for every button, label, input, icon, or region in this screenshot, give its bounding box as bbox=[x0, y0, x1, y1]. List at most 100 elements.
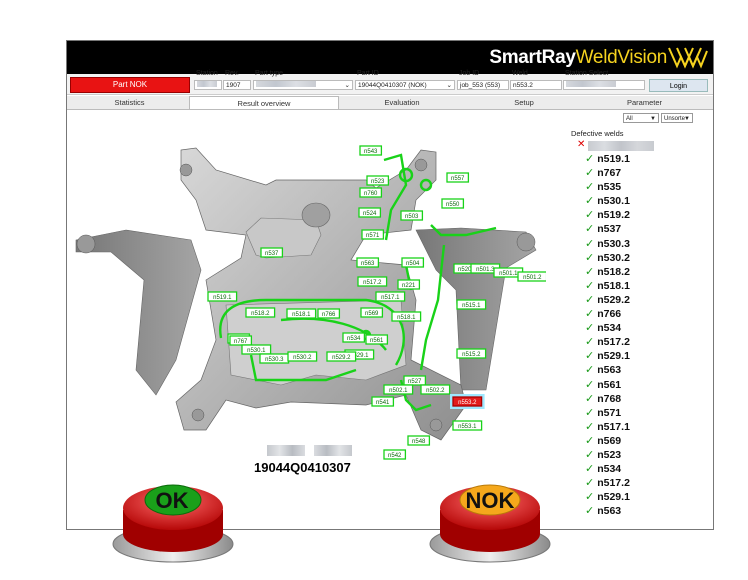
defective-weld-item[interactable]: ✓ n529.1 bbox=[585, 490, 630, 504]
defective-weld-item[interactable]: ✓ n517.1 bbox=[585, 420, 630, 434]
weld-label[interactable]: n515.2 bbox=[456, 348, 487, 359]
login-button[interactable]: Login bbox=[649, 79, 708, 92]
weld-label-text: n518.1 bbox=[292, 312, 311, 318]
tab-setup[interactable]: Setup bbox=[479, 96, 569, 109]
defective-weld-item[interactable]: ✓ n530.2 bbox=[585, 251, 630, 265]
weld-label[interactable]: n530.3 bbox=[259, 353, 290, 364]
weld-label[interactable]: n523 bbox=[366, 175, 390, 186]
weld-label[interactable]: n517.2 bbox=[357, 276, 388, 287]
weld-label[interactable]: n561 bbox=[365, 334, 389, 345]
weld-label[interactable]: n571 bbox=[361, 229, 385, 240]
defective-weld-item[interactable]: ✓ n530.1 bbox=[585, 194, 630, 208]
weld-label[interactable]: n563 bbox=[356, 257, 380, 268]
weld-label[interactable]: n529.2 bbox=[326, 351, 357, 362]
defective-weld-item[interactable]: ✓ n537 bbox=[585, 222, 630, 236]
weld-label-text: n530.3 bbox=[265, 357, 284, 363]
tab-statistics[interactable]: Statistics bbox=[87, 96, 172, 109]
weld-label[interactable]: n553.2 bbox=[450, 394, 485, 409]
weld-label[interactable]: n537 bbox=[260, 247, 284, 258]
station-select-label: Station Select bbox=[565, 70, 609, 77]
weld-label[interactable]: n534 bbox=[342, 332, 366, 343]
weld-label-text: n534 bbox=[347, 336, 361, 342]
defective-weld-item[interactable]: ✓ n768 bbox=[585, 392, 630, 406]
weld-label[interactable]: n501.2 bbox=[517, 271, 546, 282]
weld-label-text: n557 bbox=[451, 176, 465, 182]
defective-weld-label: n529.1 bbox=[597, 491, 630, 504]
defective-weld-item[interactable]: ✓ n561 bbox=[585, 378, 630, 392]
defective-weld-label: n561 bbox=[597, 378, 622, 391]
weld-label[interactable]: n221 bbox=[397, 279, 421, 290]
weld-label[interactable]: n548 bbox=[407, 435, 431, 446]
weld-label[interactable]: n760 bbox=[359, 187, 383, 198]
weld-label[interactable]: n542 bbox=[383, 449, 407, 460]
weld-label[interactable]: n527 bbox=[403, 375, 427, 386]
redacted-code bbox=[267, 445, 305, 456]
weld-select[interactable]: n553.2 bbox=[510, 80, 562, 90]
weld-label-text: n548 bbox=[412, 439, 426, 445]
nok-button-label: NOK bbox=[465, 488, 515, 513]
station-select[interactable] bbox=[563, 80, 645, 90]
weld-label[interactable]: n541 bbox=[371, 396, 395, 407]
tab-evaluation[interactable]: Evaluation bbox=[357, 96, 447, 109]
weld-label[interactable]: n550 bbox=[441, 198, 465, 209]
defective-weld-item[interactable]: ✓ n518.2 bbox=[585, 265, 630, 279]
defective-weld-item[interactable]: ✓ n569 bbox=[585, 434, 630, 448]
defective-weld-item[interactable]: ✓ n529.1 bbox=[585, 349, 630, 363]
defective-weld-item[interactable]: ✓ n535 bbox=[585, 180, 630, 194]
defective-weld-item[interactable]: ✓ n523 bbox=[585, 448, 630, 462]
weld-label-text: n502.1 bbox=[389, 388, 408, 394]
part-id-select[interactable]: 19044Q0410307 (NOK) ⌄ bbox=[355, 80, 455, 90]
weld-label[interactable]: n518.2 bbox=[245, 307, 276, 318]
weld-label[interactable]: n518.1 bbox=[286, 308, 317, 319]
part-serial-number: 19044Q0410307 bbox=[254, 460, 351, 475]
defective-weld-item[interactable]: ✓ n534 bbox=[585, 462, 630, 476]
station-field[interactable] bbox=[194, 80, 222, 90]
weld-label[interactable]: n502.1 bbox=[383, 384, 414, 395]
weld-label[interactable]: n530.2 bbox=[287, 351, 318, 362]
defective-weld-item[interactable]: ✓ n518.1 bbox=[585, 279, 630, 293]
part-type-select[interactable]: ⌄ bbox=[253, 80, 353, 90]
check-icon: ✓ bbox=[585, 293, 595, 306]
defective-weld-item[interactable]: ✓ n519.2 bbox=[585, 208, 630, 222]
filter-dropdown[interactable]: All ▼ bbox=[623, 113, 659, 123]
sort-dropdown[interactable]: Unsorte ▼ bbox=[661, 113, 693, 123]
defective-weld-item[interactable]: ✓ n534 bbox=[585, 321, 630, 335]
defective-weld-label: n768 bbox=[597, 392, 622, 405]
weld-label[interactable]: n504 bbox=[401, 257, 425, 268]
weld-label[interactable]: n767 bbox=[229, 335, 253, 346]
defective-weld-item[interactable]: ✓ n767 bbox=[585, 166, 630, 180]
defective-weld-item[interactable]: ✓ n517.2 bbox=[585, 335, 630, 349]
weld-label[interactable]: n515.1 bbox=[456, 299, 487, 310]
tab-result-overview[interactable]: Result overview bbox=[189, 96, 339, 109]
weld-label-text: n760 bbox=[364, 191, 378, 197]
weld-label[interactable]: n503 bbox=[400, 210, 424, 221]
weld-label[interactable]: n569 bbox=[360, 307, 384, 318]
weld-label[interactable]: n519.1 bbox=[207, 291, 238, 302]
defective-weld-label: n518.2 bbox=[597, 265, 630, 278]
weld-label[interactable]: n517.1 bbox=[375, 291, 406, 302]
weld-label[interactable]: n543 bbox=[359, 145, 383, 156]
defective-weld-item[interactable]: ✓ n571 bbox=[585, 406, 630, 420]
defective-weld-item[interactable]: ✓ n529.2 bbox=[585, 293, 630, 307]
weld-label[interactable]: n518.1 bbox=[391, 311, 422, 322]
brand-mark-icon bbox=[668, 47, 708, 69]
weld-label[interactable]: n502.2 bbox=[420, 384, 451, 395]
check-icon: ✓ bbox=[585, 322, 595, 335]
defective-weld-item[interactable]: ✓ n563 bbox=[585, 504, 630, 518]
defective-weld-item[interactable]: ✓ n517.2 bbox=[585, 476, 630, 490]
weld-label[interactable]: n766 bbox=[317, 308, 341, 319]
defective-weld-item[interactable]: ✓ n530.3 bbox=[585, 237, 630, 251]
weld-label-text: n501.1 bbox=[499, 271, 518, 277]
job-id-select[interactable]: job_553 (553) bbox=[457, 80, 509, 90]
weld-label[interactable]: n557 bbox=[446, 172, 470, 183]
weld-label[interactable]: n524 bbox=[358, 207, 382, 218]
weld-label[interactable]: n530.1 bbox=[241, 344, 272, 355]
check-icon: ✓ bbox=[585, 209, 595, 222]
check-icon: ✓ bbox=[585, 167, 595, 180]
weld-label[interactable]: n553.1 bbox=[452, 420, 483, 431]
defective-weld-item[interactable]: ✓ n519.1 bbox=[585, 152, 630, 166]
defective-weld-item[interactable]: ✓ n563 bbox=[585, 363, 630, 377]
defective-weld-item[interactable]: ✓ n766 bbox=[585, 307, 630, 321]
rev-field[interactable]: 1907 bbox=[223, 80, 251, 90]
tab-parameter[interactable]: Parameter bbox=[597, 96, 692, 109]
